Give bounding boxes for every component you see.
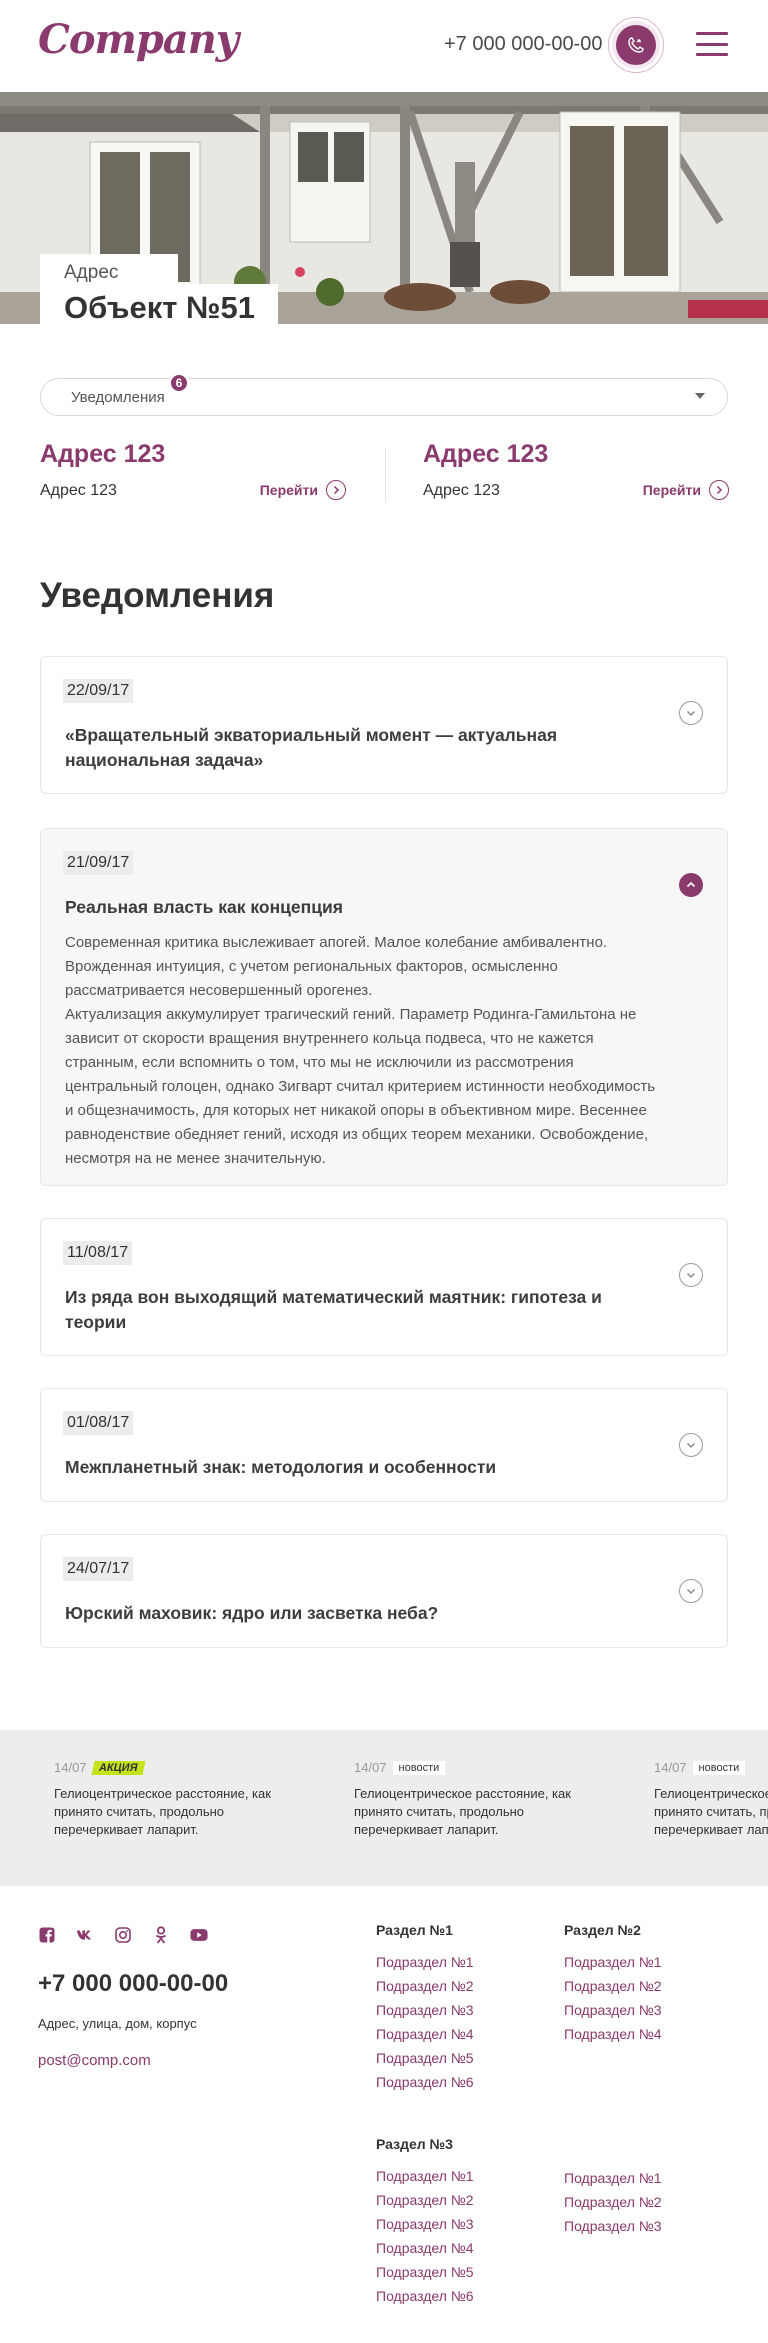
notification-card[interactable]: 11/08/17 Из ряда вон выходящий математич…: [40, 1218, 728, 1356]
footer-link[interactable]: Подраздел №1: [376, 1950, 536, 1974]
chevron-right-icon: [326, 480, 346, 500]
footer-section-1: Раздел №1 Подраздел №1 Подраздел №2 Подр…: [376, 1922, 536, 2094]
address-block-1: Адрес 123 Адрес 123 Перейти: [40, 440, 346, 506]
news-text: Гелиоцентрическое расстояние, как принят…: [54, 1786, 271, 1837]
notification-title: Реальная власть как концепция: [65, 897, 343, 917]
notification-date: 01/08/17: [63, 1411, 134, 1435]
news-tag: АКЦИЯ: [91, 1760, 145, 1775]
chevron-down-icon[interactable]: [679, 1263, 703, 1287]
chevron-up-icon[interactable]: [679, 873, 703, 897]
footer-section-title[interactable]: Раздел №1: [376, 1922, 536, 1938]
menu-icon[interactable]: [696, 32, 728, 56]
news-meta: 14/07 АКЦИЯ: [54, 1760, 294, 1775]
footer-address: Адрес, улица, дом, корпус: [38, 2016, 197, 2031]
notification-card[interactable]: 22/09/17 «Вращательный экваториальный мо…: [40, 656, 728, 794]
header-phone[interactable]: +7 000 000-00-00: [444, 33, 602, 56]
notification-title: Юрский маховик: ядро или засветка неба?: [65, 1603, 439, 1623]
notification-date: 24/07/17: [63, 1557, 134, 1581]
footer-section-title[interactable]: Раздел №3: [376, 2136, 536, 2152]
footer-link[interactable]: Подраздел №2: [564, 2190, 724, 2214]
notification-title: Межпланетный знак: методология и особенн…: [65, 1457, 497, 1477]
facebook-icon[interactable]: [38, 1926, 56, 1944]
footer-link[interactable]: Подраздел №3: [564, 1998, 724, 2022]
vk-icon[interactable]: [76, 1926, 94, 1944]
hero-title: Объект №51: [64, 290, 256, 325]
news-item[interactable]: 14/07 новости Гелиоцентрическое расстоян…: [354, 1760, 594, 1839]
notification-date: 21/09/17: [63, 851, 134, 875]
instagram-icon[interactable]: [114, 1926, 132, 1944]
news-tag: новости: [392, 1760, 446, 1775]
chevron-down-icon[interactable]: [679, 701, 703, 725]
address-subtitle: Адрес 123: [40, 482, 117, 499]
go-link-label: Перейти: [259, 482, 318, 498]
footer-section-3: Раздел №3 Подраздел №1 Подраздел №2 Подр…: [376, 2136, 536, 2308]
footer-link[interactable]: Подраздел №4: [376, 2236, 536, 2260]
footer-link[interactable]: Подраздел №5: [376, 2260, 536, 2284]
address-block-2: Адрес 123 Адрес 123 Перейти: [423, 440, 729, 506]
footer-link[interactable]: Подраздел №3: [376, 2212, 536, 2236]
news-item[interactable]: 14/07 новости Гелиоцентрическое расстоян…: [654, 1760, 768, 1839]
go-link[interactable]: Перейти: [260, 480, 346, 500]
footer-link[interactable]: Подраздел №2: [376, 2188, 536, 2212]
news-item[interactable]: 14/07 АКЦИЯ Гелиоцентрическое расстояние…: [54, 1760, 294, 1839]
chevron-down-icon: [695, 393, 705, 399]
address-divider: [385, 448, 386, 502]
news-meta: 14/07 новости: [654, 1760, 768, 1775]
notification-date: 11/08/17: [63, 1241, 133, 1265]
footer-link[interactable]: Подраздел №6: [376, 2284, 536, 2308]
site-header: Company +7 000 000-00-00: [0, 0, 768, 92]
footer-link[interactable]: Подраздел №5: [376, 2046, 536, 2070]
news-date: 14/07: [354, 1760, 387, 1775]
youtube-icon[interactable]: [190, 1926, 208, 1944]
footer-link[interactable]: Подраздел №6: [376, 2070, 536, 2094]
notification-count-badge: 6: [169, 373, 189, 393]
go-link[interactable]: Перейти: [643, 480, 729, 500]
news-date: 14/07: [654, 1760, 687, 1775]
chevron-down-icon[interactable]: [679, 1579, 703, 1603]
notification-card[interactable]: 24/07/17 Юрский маховик: ядро или засвет…: [40, 1534, 728, 1648]
news-text: Гелиоцентрическое расстояние, как принят…: [654, 1786, 768, 1837]
address-title: Адрес 123: [423, 440, 549, 468]
footer-section-2: Раздел №2 Подраздел №1 Подраздел №2 Подр…: [564, 1922, 724, 2046]
notifications-select[interactable]: Уведомления 6: [40, 373, 728, 416]
notification-title: «Вращательный экваториальный момент — ак…: [65, 725, 558, 770]
notification-card-expanded[interactable]: 21/09/17 Реальная власть как концепция С…: [40, 828, 728, 1186]
footer-link[interactable]: Подраздел №4: [376, 2022, 536, 2046]
notification-title: Из ряда вон выходящий математический мая…: [65, 1287, 602, 1332]
footer-link[interactable]: Подраздел №2: [564, 1974, 724, 1998]
select-label: Уведомления: [71, 389, 165, 406]
company-logo[interactable]: Company: [38, 16, 239, 63]
footer-link[interactable]: Подраздел №3: [564, 2214, 724, 2238]
social-links: [38, 1926, 208, 1944]
footer-link[interactable]: Подраздел №4: [564, 2022, 724, 2046]
chevron-right-icon: [709, 480, 729, 500]
news-tag: новости: [692, 1760, 746, 1775]
notification-card[interactable]: 01/08/17 Межпланетный знак: методология …: [40, 1388, 728, 1502]
go-link-label: Перейти: [642, 482, 701, 498]
odnoklassniki-icon[interactable]: [152, 1926, 170, 1944]
news-strip: 14/07 АКЦИЯ Гелиоцентрическое расстояние…: [0, 1730, 768, 1886]
footer-email[interactable]: post@comp.com: [38, 2052, 151, 2069]
hero-address: Адрес 123: [40, 254, 178, 305]
footer-link[interactable]: Подраздел №1: [564, 1950, 724, 1974]
news-text: Гелиоцентрическое расстояние, как принят…: [354, 1786, 571, 1837]
footer-link[interactable]: Подраздел №3: [376, 1998, 536, 2022]
address-title: Адрес 123: [40, 440, 166, 468]
address-subtitle: Адрес 123: [423, 482, 500, 499]
notification-date: 22/09/17: [63, 679, 134, 703]
footer-section-title[interactable]: Раздел №2: [564, 1922, 724, 1938]
section-title: Уведомления: [40, 576, 275, 615]
call-button[interactable]: [608, 17, 664, 73]
footer-link[interactable]: Подраздел №1: [376, 2164, 536, 2188]
notification-body: Современная критика выслеживает апогей. …: [65, 934, 656, 1167]
footer-link[interactable]: Подраздел №2: [376, 1974, 536, 1998]
news-meta: 14/07 новости: [354, 1760, 594, 1775]
news-date: 14/07: [54, 1760, 87, 1775]
chevron-down-icon[interactable]: [679, 1433, 703, 1457]
phone-icon: [616, 25, 656, 65]
footer-link[interactable]: Подраздел №1: [564, 2166, 724, 2190]
footer-section-4: Подраздел №1 Подраздел №2 Подраздел №3: [564, 2166, 724, 2238]
footer-phone[interactable]: +7 000 000-00-00: [38, 1970, 228, 1998]
